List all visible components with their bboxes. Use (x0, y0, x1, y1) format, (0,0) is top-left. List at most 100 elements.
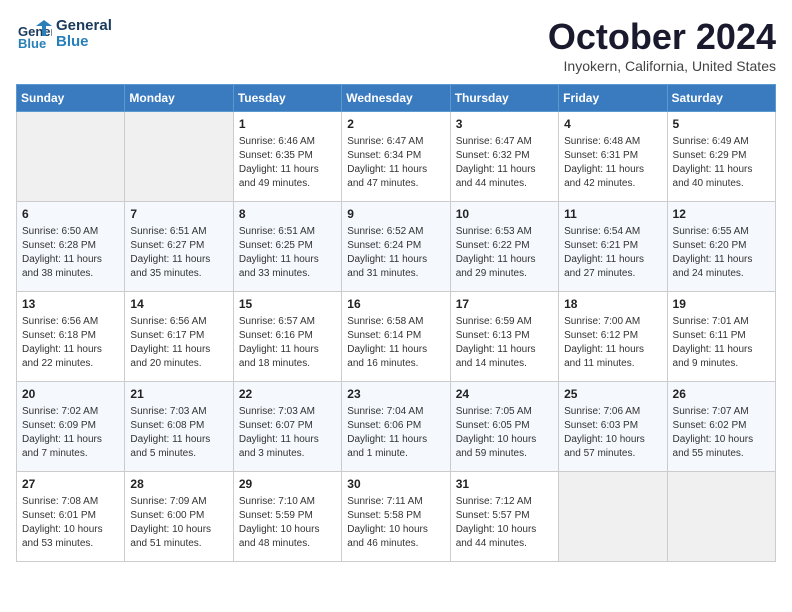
calendar-cell: 5 Sunrise: 6:49 AM Sunset: 6:29 PM Daylig… (667, 112, 775, 202)
day-number: 10 (456, 206, 553, 223)
weekday-header: Wednesday (342, 85, 450, 112)
calendar-cell: 12 Sunrise: 6:55 AM Sunset: 6:20 PM Dayli… (667, 202, 775, 292)
calendar-cell: 24 Sunrise: 7:05 AM Sunset: 6:05 PM Dayli… (450, 382, 558, 472)
day-info: Sunrise: 7:02 AM Sunset: 6:09 PM Dayligh… (22, 405, 119, 461)
location: Inyokern, California, United States (548, 58, 776, 74)
calendar-cell: 27 Sunrise: 7:08 AM Sunset: 6:01 PM Dayli… (17, 472, 125, 562)
calendar-cell: 22 Sunrise: 7:03 AM Sunset: 6:07 PM Dayli… (233, 382, 341, 472)
day-info: Sunrise: 7:05 AM Sunset: 6:05 PM Dayligh… (456, 405, 553, 461)
calendar-cell: 1Sunrise: 6:46 AM Sunset: 6:35 PM Daylig… (233, 112, 341, 202)
calendar-cell (17, 112, 125, 202)
day-number: 4 (564, 116, 661, 133)
day-number: 27 (22, 476, 119, 493)
day-number: 5 (673, 116, 770, 133)
title-block: October 2024 Inyokern, California, Unite… (548, 16, 776, 74)
day-number: 23 (347, 386, 444, 403)
day-number: 16 (347, 296, 444, 313)
calendar-table: SundayMondayTuesdayWednesdayThursdayFrid… (16, 84, 776, 562)
logo-line1: General (56, 18, 112, 35)
day-info: Sunrise: 7:01 AM Sunset: 6:11 PM Dayligh… (673, 315, 770, 371)
calendar-cell: 23 Sunrise: 7:04 AM Sunset: 6:06 PM Dayli… (342, 382, 450, 472)
day-number: 9 (347, 206, 444, 223)
day-info: Sunrise: 7:04 AM Sunset: 6:06 PM Dayligh… (347, 405, 444, 461)
day-number: 24 (456, 386, 553, 403)
day-info: Sunrise: 6:53 AM Sunset: 6:22 PM Dayligh… (456, 225, 553, 281)
day-info: Sunrise: 6:47 AM Sunset: 6:32 PM Dayligh… (456, 135, 553, 191)
day-info: Sunrise: 6:56 AM Sunset: 6:17 PM Dayligh… (130, 315, 227, 371)
day-number: 17 (456, 296, 553, 313)
day-info: Sunrise: 6:51 AM Sunset: 6:25 PM Dayligh… (239, 225, 336, 281)
day-info: Sunrise: 7:12 AM Sunset: 5:57 PM Dayligh… (456, 495, 553, 551)
day-number: 12 (673, 206, 770, 223)
calendar-cell: 29 Sunrise: 7:10 AM Sunset: 5:59 PM Dayli… (233, 472, 341, 562)
weekday-header: Thursday (450, 85, 558, 112)
weekday-header: Saturday (667, 85, 775, 112)
calendar-cell: 30 Sunrise: 7:11 AM Sunset: 5:58 PM Dayli… (342, 472, 450, 562)
calendar-cell: 6 Sunrise: 6:50 AM Sunset: 6:28 PM Daylig… (17, 202, 125, 292)
day-info: Sunrise: 6:59 AM Sunset: 6:13 PM Dayligh… (456, 315, 553, 371)
day-info: Sunrise: 6:48 AM Sunset: 6:31 PM Dayligh… (564, 135, 661, 191)
day-number: 14 (130, 296, 227, 313)
day-number: 30 (347, 476, 444, 493)
calendar-cell (667, 472, 775, 562)
calendar-cell: 8Sunrise: 6:51 AM Sunset: 6:25 PM Daylig… (233, 202, 341, 292)
day-number: 29 (239, 476, 336, 493)
weekday-header: Friday (559, 85, 667, 112)
calendar-cell: 10 Sunrise: 6:53 AM Sunset: 6:22 PM Dayli… (450, 202, 558, 292)
day-info: Sunrise: 6:58 AM Sunset: 6:14 PM Dayligh… (347, 315, 444, 371)
day-info: Sunrise: 7:06 AM Sunset: 6:03 PM Dayligh… (564, 405, 661, 461)
calendar-cell: 28Sunrise: 7:09 AM Sunset: 6:00 PM Dayli… (125, 472, 233, 562)
day-info: Sunrise: 7:07 AM Sunset: 6:02 PM Dayligh… (673, 405, 770, 461)
day-number: 20 (22, 386, 119, 403)
day-number: 21 (130, 386, 227, 403)
day-number: 31 (456, 476, 553, 493)
calendar-cell: 4 Sunrise: 6:48 AM Sunset: 6:31 PM Daylig… (559, 112, 667, 202)
day-info: Sunrise: 6:54 AM Sunset: 6:21 PM Dayligh… (564, 225, 661, 281)
calendar-cell: 25Sunrise: 7:06 AM Sunset: 6:03 PM Dayli… (559, 382, 667, 472)
calendar-cell: 2 Sunrise: 6:47 AM Sunset: 6:34 PM Daylig… (342, 112, 450, 202)
calendar-cell: 15Sunrise: 6:57 AM Sunset: 6:16 PM Dayli… (233, 292, 341, 382)
day-number: 11 (564, 206, 661, 223)
calendar-cell: 16 Sunrise: 6:58 AM Sunset: 6:14 PM Dayli… (342, 292, 450, 382)
calendar-cell: 14 Sunrise: 6:56 AM Sunset: 6:17 PM Dayli… (125, 292, 233, 382)
calendar-cell: 7 Sunrise: 6:51 AM Sunset: 6:27 PM Daylig… (125, 202, 233, 292)
day-info: Sunrise: 6:55 AM Sunset: 6:20 PM Dayligh… (673, 225, 770, 281)
calendar-cell: 31 Sunrise: 7:12 AM Sunset: 5:57 PM Dayli… (450, 472, 558, 562)
day-info: Sunrise: 6:50 AM Sunset: 6:28 PM Dayligh… (22, 225, 119, 281)
day-info: Sunrise: 7:11 AM Sunset: 5:58 PM Dayligh… (347, 495, 444, 551)
page-header: General Blue General Blue October 2024 I… (16, 16, 776, 74)
calendar-cell: 13Sunrise: 6:56 AM Sunset: 6:18 PM Dayli… (17, 292, 125, 382)
day-info: Sunrise: 6:52 AM Sunset: 6:24 PM Dayligh… (347, 225, 444, 281)
day-info: Sunrise: 7:03 AM Sunset: 6:07 PM Dayligh… (239, 405, 336, 461)
logo-icon: General Blue (16, 16, 52, 52)
day-info: Sunrise: 7:10 AM Sunset: 5:59 PM Dayligh… (239, 495, 336, 551)
day-info: Sunrise: 7:08 AM Sunset: 6:01 PM Dayligh… (22, 495, 119, 551)
day-info: Sunrise: 6:57 AM Sunset: 6:16 PM Dayligh… (239, 315, 336, 371)
calendar-cell: 20 Sunrise: 7:02 AM Sunset: 6:09 PM Dayli… (17, 382, 125, 472)
day-number: 3 (456, 116, 553, 133)
calendar-cell: 3 Sunrise: 6:47 AM Sunset: 6:32 PM Daylig… (450, 112, 558, 202)
day-info: Sunrise: 6:47 AM Sunset: 6:34 PM Dayligh… (347, 135, 444, 191)
calendar-cell: 11 Sunrise: 6:54 AM Sunset: 6:21 PM Dayli… (559, 202, 667, 292)
day-info: Sunrise: 6:49 AM Sunset: 6:29 PM Dayligh… (673, 135, 770, 191)
day-info: Sunrise: 6:51 AM Sunset: 6:27 PM Dayligh… (130, 225, 227, 281)
day-number: 22 (239, 386, 336, 403)
day-number: 2 (347, 116, 444, 133)
day-number: 6 (22, 206, 119, 223)
weekday-header: Sunday (17, 85, 125, 112)
calendar-cell (559, 472, 667, 562)
month-title: October 2024 (548, 16, 776, 58)
logo-line2: Blue (56, 34, 112, 51)
weekday-header: Tuesday (233, 85, 341, 112)
calendar-cell (125, 112, 233, 202)
day-info: Sunrise: 7:03 AM Sunset: 6:08 PM Dayligh… (130, 405, 227, 461)
calendar-header: SundayMondayTuesdayWednesdayThursdayFrid… (17, 85, 776, 112)
day-info: Sunrise: 6:46 AM Sunset: 6:35 PM Dayligh… (239, 135, 336, 191)
calendar-cell: 17 Sunrise: 6:59 AM Sunset: 6:13 PM Dayli… (450, 292, 558, 382)
day-number: 7 (130, 206, 227, 223)
weekday-header: Monday (125, 85, 233, 112)
calendar-cell: 9 Sunrise: 6:52 AM Sunset: 6:24 PM Daylig… (342, 202, 450, 292)
day-number: 26 (673, 386, 770, 403)
logo: General Blue General Blue (16, 16, 112, 52)
calendar-cell: 19Sunrise: 7:01 AM Sunset: 6:11 PM Dayli… (667, 292, 775, 382)
